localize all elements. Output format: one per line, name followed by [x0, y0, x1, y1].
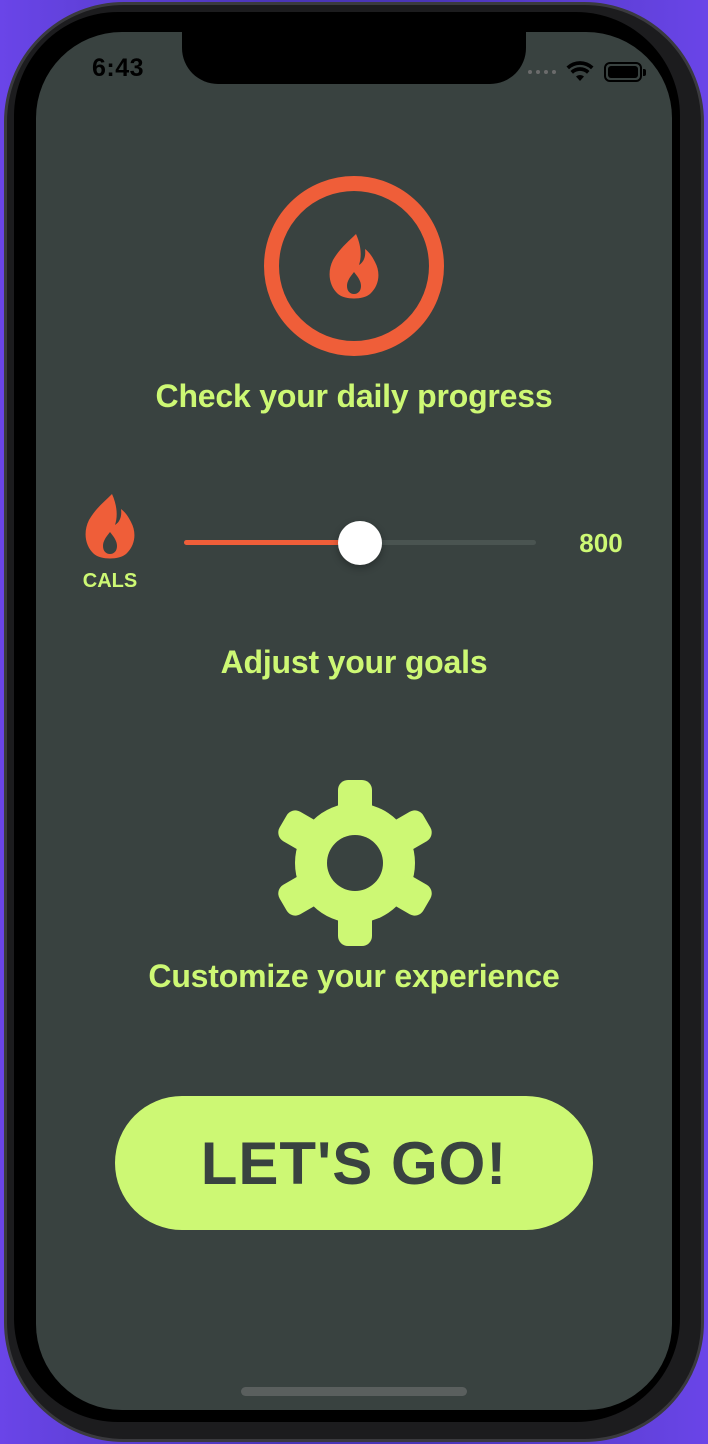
battery-icon: [604, 62, 646, 82]
flame-icon: [329, 234, 379, 299]
status-icons: [528, 60, 646, 84]
status-time: 6:43: [92, 54, 145, 82]
app-screen: 6:43 Check your daily progress CALS 800 …: [36, 32, 672, 1410]
goals-caption: Adjust your goals: [220, 644, 488, 680]
cellular-signal-icon: [528, 70, 556, 74]
wifi-icon: [566, 61, 594, 81]
lets-go-label: LET'S GO!: [200, 1129, 508, 1197]
calorie-goal-slider[interactable]: [184, 521, 536, 565]
slider-thumb[interactable]: [338, 521, 382, 565]
flame-icon: [85, 494, 135, 559]
progress-caption: Check your daily progress: [155, 378, 553, 414]
home-indicator[interactable]: [241, 1387, 467, 1396]
gear-icon: [278, 780, 432, 946]
calorie-goal-value: 800: [579, 528, 623, 558]
notch: [182, 32, 526, 84]
cals-label: CALS: [82, 570, 138, 592]
slider-fill: [184, 540, 360, 545]
lets-go-button[interactable]: LET'S GO!: [115, 1096, 593, 1230]
customize-caption: Customize your experience: [148, 958, 560, 994]
